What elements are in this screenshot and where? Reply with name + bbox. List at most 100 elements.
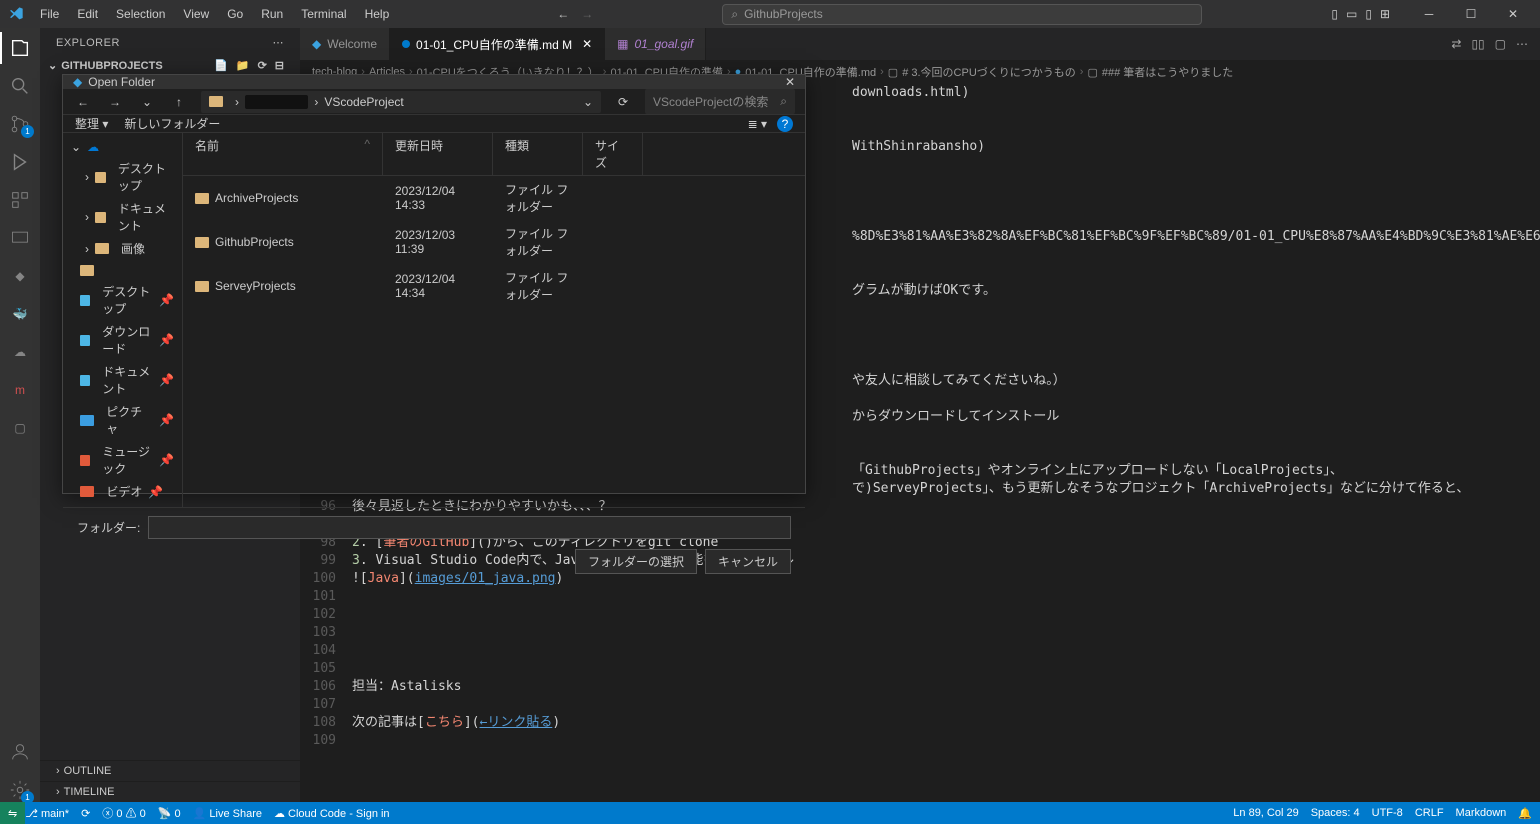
branch-indicator[interactable]: ⎇ main* [25,807,69,820]
tree-item[interactable]: › ドキュメント [67,197,178,237]
ports-indicator[interactable]: 📡 0 [158,807,181,820]
new-file-icon[interactable]: 📄 [214,59,228,72]
menu-go[interactable]: Go [219,3,251,25]
tree-item[interactable]: › 画像 [67,237,178,260]
more-icon[interactable]: ⋯ [1516,37,1528,51]
compare-icon[interactable]: ⇄ [1451,37,1461,51]
outline-section[interactable]: › OUTLINE [40,760,300,781]
path-bar[interactable]: › › VScodeProject ⌄ [201,91,601,113]
nav-arrows: ← → [557,7,593,21]
preview-icon[interactable]: ▢ [1495,37,1506,51]
folder-row[interactable]: ArchiveProjects 2023/12/04 14:33 ファイル フォ… [183,176,805,220]
sidebar-folder-header[interactable]: ⌄ GITHUBPROJECTS 📄 📁 ⟳ ⊟ [40,57,300,74]
activity-terminal-icon[interactable]: ▢ [8,416,32,440]
notifications-icon[interactable]: 🔔 [1518,807,1532,820]
tab-goal-gif[interactable]: ▦ 01_goal.gif [605,28,706,60]
problems-indicator[interactable]: ⓧ 0 ⚠ 0 [102,805,145,821]
activity-search-icon[interactable] [8,74,32,98]
chevron-down-icon[interactable]: ⌄ [583,95,593,109]
tab-welcome[interactable]: ◆ Welcome [300,28,390,60]
dialog-close-icon[interactable]: ✕ [785,75,795,89]
tree-item[interactable]: ドキュメント 📌 [67,360,178,400]
layout-left-icon[interactable]: ▯ [1331,7,1338,21]
activity-explorer-icon[interactable] [8,36,32,60]
layout-right-icon[interactable]: ▯ [1365,7,1372,21]
activity-m-icon[interactable]: m [8,378,32,402]
activity-settings-icon[interactable]: 1 [8,778,32,802]
tree-item[interactable]: ミュージック 📌 [67,440,178,480]
close-tab-icon[interactable]: ✕ [582,37,592,51]
select-folder-button[interactable]: フォルダーの選択 [575,549,697,574]
folder-row[interactable]: ServeyProjects 2023/12/04 14:34 ファイル フォル… [183,264,805,308]
tree-item[interactable]: › デスクトップ [67,157,178,197]
tree-item[interactable]: デスクトップ 📌 [67,280,178,320]
nav-back-icon[interactable]: ← [73,92,93,112]
nav-forward-icon[interactable]: → [581,7,593,21]
tab-cpu-md[interactable]: 01-01_CPU自作の準備.md M ✕ [390,28,605,60]
activity-remote-icon[interactable] [8,226,32,250]
split-icon[interactable]: ▯▯ [1471,37,1484,51]
help-icon[interactable]: ? [777,116,793,132]
eol-indicator[interactable]: CRLF [1415,807,1444,819]
activity-bar: 1 ◆ 🐳 ☁ m ▢ 1 [0,28,40,802]
refresh-icon[interactable]: ⟳ [613,92,633,112]
tree-item[interactable]: ピクチャ 📌 [67,400,178,440]
sync-icon[interactable]: ⟳ [81,807,90,820]
chevron-down-icon: ⌄ [48,59,57,72]
tree-item[interactable]: ダウンロード 📌 [67,320,178,360]
menu-edit[interactable]: Edit [69,3,106,25]
nav-recent-icon[interactable]: ⌄ [137,92,157,112]
collapse-icon[interactable]: ⊟ [275,59,284,72]
activity-cloud-icon[interactable]: ☁ [8,340,32,364]
maximize-icon[interactable]: ☐ [1452,0,1490,28]
nav-forward-icon[interactable]: → [105,92,125,112]
chevron-right-icon: › [56,786,60,798]
activity-run-icon[interactable] [8,150,32,174]
folder-tree[interactable]: ⌄ ☁ › デスクトップ› ドキュメント› 画像 デスクトップ 📌 ダウンロード… [63,133,183,507]
vscode-icon: ◆ [312,37,321,51]
tree-item[interactable]: ⌄ ☁ [67,137,178,157]
activity-git-icon[interactable]: ◆ [8,264,32,288]
encoding-indicator[interactable]: UTF-8 [1372,807,1403,819]
sidebar-more-icon[interactable]: ⋯ [273,36,285,49]
folder-row[interactable]: GithubProjects 2023/12/03 11:39 ファイル フォル… [183,220,805,264]
new-folder-button[interactable]: 新しいフォルダー [124,115,220,132]
remote-indicator[interactable]: ⇋ [0,802,25,824]
activity-docker-icon[interactable]: 🐳 [8,302,32,326]
menu-view[interactable]: View [175,3,217,25]
spaces-indicator[interactable]: Spaces: 4 [1311,807,1360,819]
layout-custom-icon[interactable]: ⊞ [1380,7,1390,21]
folder-list: 名前 ^ 更新日時 種類 サイズ ArchiveProjects 2023/12… [183,133,805,507]
language-indicator[interactable]: Markdown [1456,807,1507,819]
liveshare-indicator[interactable]: 👤 Live Share [193,807,262,820]
nav-up-icon[interactable]: ↑ [169,92,189,112]
timeline-section[interactable]: › TIMELINE [40,781,300,802]
nav-back-icon[interactable]: ← [557,7,569,21]
folder-search[interactable]: VScodeProjectの検索 ⌕ [645,89,795,114]
command-center[interactable]: ⌕ GithubProjects [593,4,1331,25]
menu-terminal[interactable]: Terminal [293,3,354,25]
ln-col-indicator[interactable]: Ln 89, Col 29 [1233,807,1298,819]
layout-bottom-icon[interactable]: ▭ [1346,7,1357,21]
tree-item[interactable]: ビデオ 📌 [67,480,178,503]
cloudcode-indicator[interactable]: ☁ Cloud Code - Sign in [274,807,390,820]
refresh-icon[interactable]: ⟳ [258,59,267,72]
vscode-icon: ◆ [73,75,82,89]
folder-icon [209,96,223,107]
activity-scm-icon[interactable]: 1 [8,112,32,136]
tree-item[interactable] [67,260,178,280]
close-window-icon[interactable]: ✕ [1494,0,1532,28]
minimize-icon[interactable]: ─ [1410,0,1448,28]
activity-account-icon[interactable] [8,740,32,764]
view-list-icon[interactable]: ≣ ▾ [748,117,767,131]
new-folder-icon[interactable]: 📁 [236,59,250,72]
organize-button[interactable]: 整理 ▾ [75,115,108,132]
menu-selection[interactable]: Selection [108,3,173,25]
search-label: GithubProjects [744,7,823,21]
menu-file[interactable]: File [32,3,67,25]
menu-help[interactable]: Help [357,3,398,25]
folder-input[interactable] [148,516,791,539]
activity-extensions-icon[interactable] [8,188,32,212]
menu-run[interactable]: Run [253,3,291,25]
cancel-button[interactable]: キャンセル [705,549,791,574]
